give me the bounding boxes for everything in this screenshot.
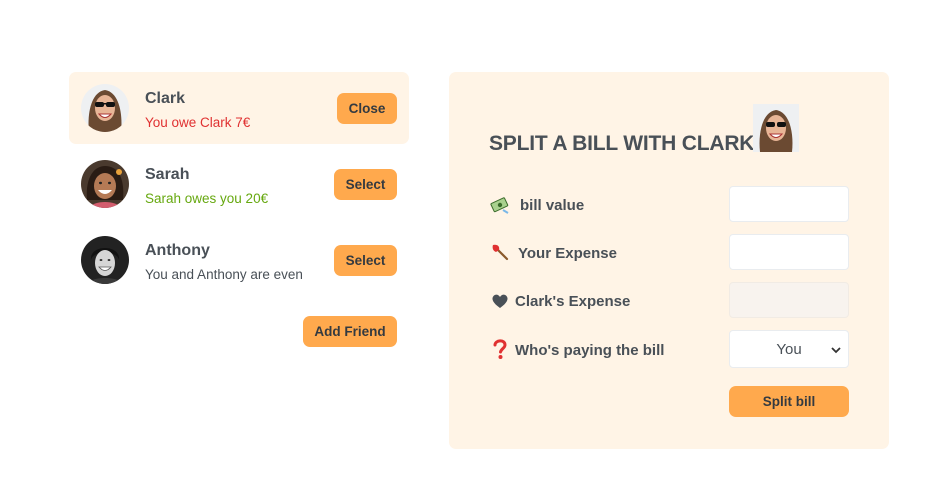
friend-name: Sarah	[145, 166, 190, 183]
your-expense-input[interactable]	[729, 234, 849, 270]
friend-avatar	[753, 104, 799, 152]
heart-icon	[489, 290, 511, 312]
axe-icon	[489, 242, 511, 264]
chevron-down-icon	[830, 343, 842, 360]
payer-label: Who's paying the bill	[515, 342, 665, 359]
bill-value-label: bill value	[520, 197, 585, 214]
your-expense-label: Your Expense	[518, 245, 617, 262]
friends-sidebar: Clark You owe Clark 7€ Close Sarah Sarah…	[69, 72, 409, 300]
avatar	[81, 84, 129, 132]
avatar	[81, 236, 129, 284]
friend-balance: Sarah owes you 20€	[145, 191, 269, 206]
money-icon	[489, 194, 511, 216]
friend-expense-label: Clark's Expense	[515, 293, 631, 310]
friend-balance: You and Anthony are even	[145, 267, 303, 282]
friend-expense-input	[729, 282, 849, 318]
friend-name: Anthony	[145, 242, 210, 259]
friend-name: Clark	[145, 90, 186, 107]
split-bill-form: SPLIT A BILL WITH CLARK bill value Your …	[449, 72, 889, 449]
friend-balance: You owe Clark 7€	[145, 115, 251, 130]
payer-select[interactable]: You	[729, 330, 849, 368]
select-button[interactable]: Select	[334, 169, 397, 200]
friend-item-anthony[interactable]: Anthony You and Anthony are even Select	[69, 224, 409, 296]
add-friend-button[interactable]: Add Friend	[303, 316, 397, 347]
close-button[interactable]: Close	[337, 93, 397, 124]
select-button[interactable]: Select	[334, 245, 397, 276]
friend-item-sarah[interactable]: Sarah Sarah owes you 20€ Select	[69, 148, 409, 220]
friend-item-clark[interactable]: Clark You owe Clark 7€ Close	[69, 72, 409, 144]
question-icon	[489, 338, 511, 360]
form-title: SPLIT A BILL WITH CLARK	[489, 132, 755, 155]
payer-selected-value: You	[776, 340, 802, 358]
bill-value-input[interactable]	[729, 186, 849, 222]
split-bill-button[interactable]: Split bill	[729, 386, 849, 417]
avatar	[81, 160, 129, 208]
